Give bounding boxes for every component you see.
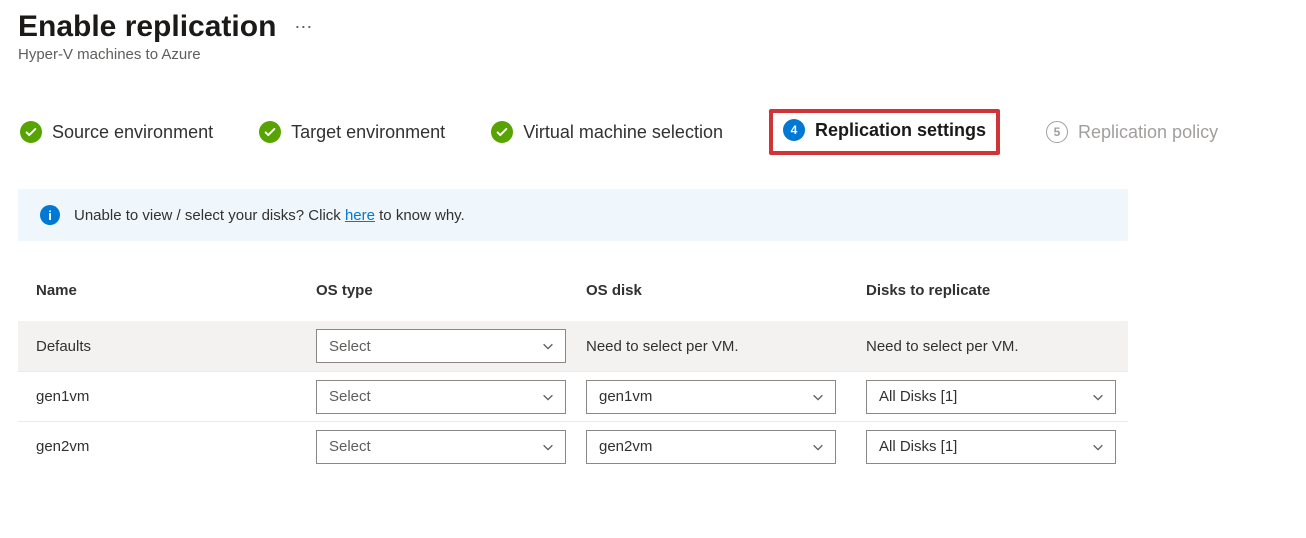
cell-name: Defaults (36, 338, 316, 355)
step-label: Replication policy (1078, 122, 1218, 143)
cell-name: gen2vm (36, 438, 316, 455)
vm-table: Name OS type OS disk Disks to replicate … (18, 271, 1128, 471)
chevron-down-icon (1091, 440, 1105, 454)
step-replication-settings[interactable]: 4 Replication settings (769, 109, 1000, 155)
cell-disks: Need to select per VM. (866, 338, 1146, 355)
wizard-steps: Source environment Target environment Vi… (18, 109, 1288, 183)
disks-select[interactable]: All Disks [1] (866, 380, 1116, 414)
cell-name: gen1vm (36, 388, 316, 405)
page-title: Enable replication (18, 10, 276, 44)
col-os-disk: OS disk (586, 282, 866, 299)
step-target-environment[interactable]: Target environment (259, 121, 445, 143)
select-value: Select (329, 338, 371, 355)
os-type-select[interactable]: Select (316, 380, 566, 414)
info-here-link[interactable]: here (345, 207, 375, 224)
os-type-select[interactable]: Select (316, 430, 566, 464)
select-value: gen1vm (599, 388, 652, 405)
chevron-down-icon (1091, 390, 1105, 404)
chevron-down-icon (541, 390, 555, 404)
check-icon (491, 121, 513, 143)
select-value: All Disks [1] (879, 438, 957, 455)
chevron-down-icon (541, 440, 555, 454)
os-disk-select[interactable]: gen2vm (586, 430, 836, 464)
col-name: Name (36, 282, 316, 299)
info-banner: i Unable to view / select your disks? Cl… (18, 189, 1128, 241)
info-icon: i (40, 205, 60, 225)
check-icon (20, 121, 42, 143)
step-label: Replication settings (815, 120, 986, 141)
more-actions-button[interactable]: ⋯ (294, 17, 313, 38)
step-replication-policy[interactable]: 5 Replication policy (1046, 121, 1218, 143)
disks-select[interactable]: All Disks [1] (866, 430, 1116, 464)
table-header-row: Name OS type OS disk Disks to replicate (18, 271, 1128, 321)
table-row: gen1vm Select gen1vm All Disks [1] (18, 371, 1128, 421)
check-icon (259, 121, 281, 143)
defaults-os-type-select[interactable]: Select (316, 329, 566, 363)
step-label: Virtual machine selection (523, 122, 723, 143)
chevron-down-icon (541, 339, 555, 353)
chevron-down-icon (811, 440, 825, 454)
chevron-down-icon (811, 390, 825, 404)
col-disks: Disks to replicate (866, 282, 1146, 299)
col-os-type: OS type (316, 282, 586, 299)
cell-os-disk: Need to select per VM. (586, 338, 866, 355)
select-value: Select (329, 438, 371, 455)
step-label: Target environment (291, 122, 445, 143)
select-value: All Disks [1] (879, 388, 957, 405)
step-number-icon: 4 (783, 119, 805, 141)
step-source-environment[interactable]: Source environment (20, 121, 213, 143)
info-text: Unable to view / select your disks? Clic… (74, 207, 465, 224)
step-number-icon: 5 (1046, 121, 1068, 143)
select-value: Select (329, 388, 371, 405)
table-row: gen2vm Select gen2vm All Disks [1] (18, 421, 1128, 471)
step-label: Source environment (52, 122, 213, 143)
select-value: gen2vm (599, 438, 652, 455)
info-text-b: to know why. (375, 207, 465, 224)
table-row-defaults: Defaults Select Need to select per VM. N… (18, 321, 1128, 371)
step-vm-selection[interactable]: Virtual machine selection (491, 121, 723, 143)
os-disk-select[interactable]: gen1vm (586, 380, 836, 414)
info-text-a: Unable to view / select your disks? Clic… (74, 207, 345, 224)
page-subtitle: Hyper-V machines to Azure (18, 46, 1288, 63)
